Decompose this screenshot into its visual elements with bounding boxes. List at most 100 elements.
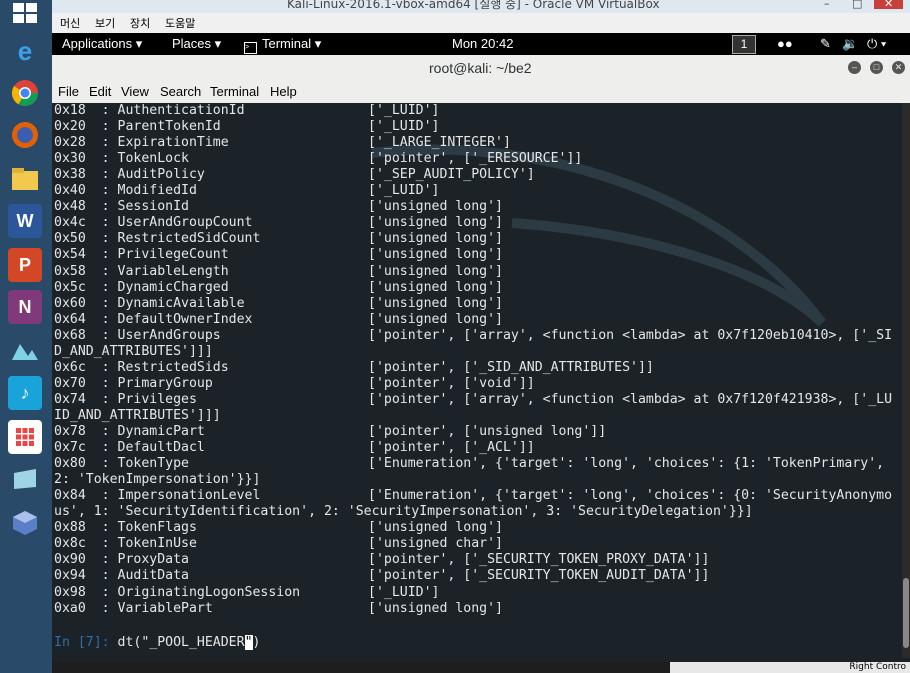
field-type: ['unsigned long']	[368, 520, 503, 536]
output-line: 0x68 : UserAndGroups ['pointer', ['array'…	[54, 327, 892, 344]
vbox-status-bar: Right Contro	[670, 662, 910, 673]
output-line: 0x78 : DynamicPart ['pointer', ['unsigned…	[54, 424, 606, 440]
field-type: ['_LUID']	[368, 103, 440, 118]
term-close-icon[interactable]: ✕	[892, 61, 905, 74]
field-type: ['unsigned long']	[368, 199, 503, 215]
people-icon[interactable]: ●●	[777, 36, 793, 51]
input-line[interactable]: In [7]: dt("_POOL_HEADER")	[54, 635, 260, 651]
powerpoint-icon[interactable]: P	[8, 248, 42, 282]
terminal-menu-label: Terminal ▾	[262, 36, 322, 51]
field-offset-name: 0x30 : TokenLock	[54, 151, 189, 167]
field-offset-name: us', 1: 'SecurityIdentification', 2: 'Se…	[54, 504, 753, 520]
output-line: 0x48 : SessionId ['unsigned long']	[54, 199, 503, 215]
term-menu-terminal[interactable]: Terminal	[210, 84, 259, 99]
output-line: 0x5c : DynamicCharged ['unsigned long']	[54, 279, 503, 296]
windows-start-icon[interactable]	[10, 0, 40, 26]
minimize-icon[interactable]: –	[824, 0, 830, 9]
field-type: ['pointer', ['array', <function <lambda>…	[368, 391, 893, 407]
field-type: ['pointer', ['_SECURITY_TOKEN_PROXY_DATA…	[368, 552, 710, 568]
virtualbox-icon[interactable]	[8, 506, 42, 540]
output-line: 0x8c : TokenInUse ['unsigned char']	[54, 536, 503, 552]
output-line: 0x38 : AuditPolicy ['_SEP_AUDIT_POLICY']	[54, 167, 535, 183]
output-line: ID_AND_ATTRIBUTES']]]	[54, 408, 221, 424]
output-line: 0x80 : TokenType ['Enumeration', {'target…	[54, 456, 884, 472]
field-type: ['unsigned long']	[368, 600, 503, 616]
output-line: 0x4c : UserAndGroupCount ['unsigned long'…	[54, 215, 503, 231]
terminal-app-menu[interactable]: > Terminal ▾	[244, 36, 321, 54]
power-icon[interactable]: ⏻ ▾	[867, 36, 886, 52]
text-cursor: "	[244, 635, 253, 650]
term-menu-file[interactable]: File	[58, 84, 79, 99]
field-offset-name: 0x68 : UserAndGroups	[54, 327, 221, 343]
field-offset-name: 0x70 : PrimaryGroup	[54, 375, 213, 391]
terminal-output[interactable]: 0x18 : AuthenticationId ['_LUID'] 0x20 : P…	[52, 103, 902, 658]
output-line: 0x58 : VariableLength ['unsigned long']	[54, 263, 503, 280]
field-offset-name: 0x60 : DynamicAvailable	[54, 295, 245, 311]
field-type: ['_LUID']	[368, 584, 440, 600]
field-offset-name: 0x8c : TokenInUse	[54, 536, 197, 552]
vbox-menu-view[interactable]: 보기	[95, 15, 115, 31]
app-icon[interactable]: ♪	[8, 376, 42, 410]
field-offset-name: 0x94 : AuditData	[54, 568, 189, 584]
output-line: us', 1: 'SecurityIdentification', 2: 'Se…	[54, 504, 753, 520]
output-line: 2: 'TokenImpersonation'}}]	[54, 472, 260, 488]
field-offset-name: 0x54 : PrivilegeCount	[54, 247, 229, 263]
field-type: ['Enumeration', {'target': 'long', 'choi…	[368, 456, 885, 472]
field-offset-name: 0x40 : ModifiedId	[54, 183, 197, 199]
terminal-scrollbar[interactable]	[902, 103, 910, 658]
applications-menu[interactable]: Applications ▾	[62, 36, 142, 52]
field-offset-name: ID_AND_ATTRIBUTES']]]	[54, 407, 221, 423]
terminal-title-bar: root@kali: ~/be2 – □ ✕	[52, 55, 910, 80]
field-offset-name: 0xa0 : VariablePart	[54, 600, 213, 616]
field-offset-name: 0x48 : SessionId	[54, 199, 189, 215]
vbox-menu-help[interactable]: 도움말	[165, 15, 195, 31]
vbox-menu-machine[interactable]: 머신	[60, 15, 80, 31]
output-line: 0x20 : ParentTokenId ['_LUID']	[54, 119, 439, 135]
places-menu[interactable]: Places ▾	[172, 36, 221, 52]
chrome-icon[interactable]	[8, 76, 42, 110]
field-type: ['unsigned char']	[368, 536, 503, 552]
vbox-menu-devices[interactable]: 장치	[130, 15, 150, 31]
output-line: 0x60 : DynamicAvailable ['unsigned long']	[54, 295, 503, 312]
field-offset-name: 0x4c : UserAndGroupCount	[54, 215, 253, 231]
term-maximize-icon[interactable]: □	[870, 61, 883, 74]
output-line: D_AND_ATTRIBUTES']]]	[54, 344, 213, 360]
command-tail: )	[252, 635, 261, 650]
notes-icon[interactable]	[8, 462, 42, 496]
field-offset-name: 0x64 : DefaultOwnerIndex	[54, 311, 253, 327]
output-line: 0x90 : ProxyData ['pointer', ['_SECURITY_…	[54, 552, 709, 568]
onenote-icon[interactable]: N	[8, 290, 42, 324]
term-menu-help[interactable]: Help	[270, 84, 297, 99]
field-type: ['unsigned long']	[368, 295, 503, 311]
field-offset-name: 0x58 : VariableLength	[54, 263, 229, 279]
term-menu-view[interactable]: View	[121, 84, 149, 99]
firefox-icon[interactable]	[8, 118, 42, 152]
maximize-icon[interactable]: □	[852, 0, 862, 9]
term-menu-search[interactable]: Search	[160, 84, 201, 99]
pen-icon[interactable]: ✎	[820, 36, 831, 52]
field-type: ['pointer', ['_ACL']]	[368, 440, 535, 456]
command-text: dt("_POOL_HEADER	[109, 635, 245, 650]
clock[interactable]: Mon 20:42	[452, 36, 513, 51]
output-line: 0x84 : ImpersonationLevel ['Enumeration',…	[54, 488, 892, 504]
term-menu-edit[interactable]: Edit	[89, 84, 111, 99]
field-type: ['_LUID']	[368, 119, 440, 135]
field-offset-name: 0x7c : DefaultDacl	[54, 440, 205, 456]
field-offset-name: 0x28 : ExpirationTime	[54, 135, 229, 151]
output-line: 0x74 : Privileges ['pointer', ['array', <…	[54, 392, 892, 408]
output-line: 0x30 : TokenLock ['pointer', ['_ERESOURCE…	[54, 151, 582, 167]
close-icon[interactable]: ✕	[874, 0, 904, 9]
explorer-icon[interactable]	[8, 162, 42, 196]
scroll-thumb[interactable]	[903, 578, 909, 648]
photos-icon[interactable]	[8, 334, 42, 368]
output-line: 0xa0 : VariablePart ['unsigned long']	[54, 600, 503, 617]
field-offset-name: 0x5c : DynamicCharged	[54, 279, 229, 295]
apps-grid-icon[interactable]	[8, 420, 42, 454]
term-minimize-icon[interactable]: –	[848, 61, 861, 74]
volume-icon[interactable]: 🔉	[842, 36, 858, 52]
field-offset-name: 2: 'TokenImpersonation'}}]	[54, 472, 261, 488]
ie-icon[interactable]: e	[8, 34, 42, 68]
workspace-indicator[interactable]: 1	[732, 35, 756, 54]
word-icon[interactable]: W	[8, 204, 42, 238]
host-taskbar: e W P N ♪	[0, 0, 52, 673]
